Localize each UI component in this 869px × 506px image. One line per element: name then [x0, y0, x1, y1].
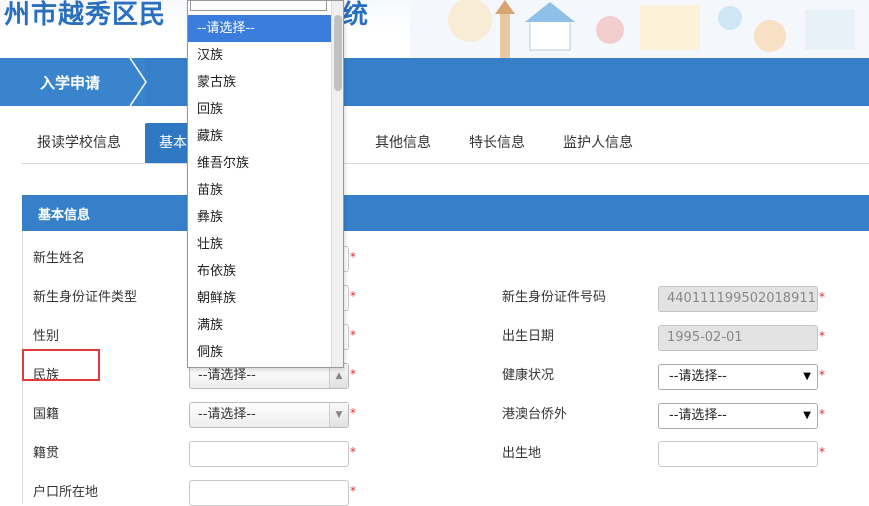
gender-label: 性别: [33, 329, 60, 344]
dropdown-option[interactable]: 回族: [188, 96, 331, 123]
native-place-input[interactable]: [189, 441, 349, 467]
chevron-down-icon: ▼: [803, 410, 811, 421]
required-mark: *: [350, 367, 356, 381]
breadcrumb-chevron-icon: [129, 58, 147, 106]
dropdown-option[interactable]: 维吾尔族: [188, 150, 331, 177]
dropdown-option[interactable]: 藏族: [188, 123, 331, 150]
dropdown-option[interactable]: 彝族: [188, 204, 331, 231]
required-mark: *: [819, 329, 825, 343]
dropdown-option[interactable]: 汉族: [188, 42, 331, 69]
breadcrumb-label: 入学申请: [40, 74, 101, 92]
native-place-label: 籍贯: [33, 446, 60, 461]
tab-talent-info[interactable]: 特长信息: [469, 123, 525, 163]
site-title-suffix: 统: [342, 0, 369, 30]
household-input[interactable]: [189, 480, 349, 506]
dropdown-option[interactable]: 布依族: [188, 258, 331, 285]
ethnicity-value: --请选择--: [198, 368, 256, 383]
birth-date-label: 出生日期: [502, 329, 555, 344]
tab-school-info[interactable]: 报读学校信息: [37, 123, 121, 163]
health-value: --请选择--: [669, 369, 727, 384]
ethnicity-dropdown-list[interactable]: --请选择-- 汉族 蒙古族 回族 藏族 维吾尔族 苗族 彝族 壮族 布依族 朝…: [187, 0, 344, 368]
site-title: 州市越秀区民: [4, 0, 167, 30]
dropdown-option[interactable]: 苗族: [188, 177, 331, 204]
required-mark: *: [350, 250, 356, 264]
dropdown-options: --请选择-- 汉族 蒙古族 回族 藏族 维吾尔族 苗族 彝族 壮族 布依族 朝…: [188, 15, 331, 366]
id-number-input[interactable]: 440111199502018911: [658, 286, 818, 312]
id-number-label: 新生身份证件号码: [502, 290, 607, 305]
tab-guardian-info[interactable]: 监护人信息: [563, 123, 633, 163]
required-mark: *: [819, 407, 825, 421]
dropdown-option[interactable]: --请选择--: [188, 15, 331, 42]
hmt-value: --请选择--: [669, 408, 727, 423]
required-mark: *: [350, 484, 356, 498]
dropdown-option[interactable]: 蒙古族: [188, 69, 331, 96]
scrollbar-thumb[interactable]: [334, 15, 342, 91]
required-mark: *: [350, 406, 356, 420]
dropdown-option[interactable]: 满族: [188, 312, 331, 339]
required-mark: *: [819, 368, 825, 382]
health-select[interactable]: --请选择-- ▼: [658, 364, 818, 390]
hmt-label: 港澳台侨外: [502, 407, 568, 422]
form-tabs: 报读学校信息 基本 其他信息 特长信息 监护人信息: [22, 123, 869, 164]
health-label: 健康状况: [502, 368, 555, 383]
required-mark: *: [350, 289, 356, 303]
tab-other-info[interactable]: 其他信息: [375, 123, 431, 163]
birthplace-input[interactable]: [658, 441, 818, 467]
section-title: 基本信息: [38, 208, 91, 223]
section-header: 基本信息: [22, 195, 869, 231]
nationality-combobox[interactable]: --请选择-- ▼: [189, 402, 349, 428]
dropdown-option[interactable]: 壮族: [188, 231, 331, 258]
banner-illustration: [410, 0, 869, 58]
required-mark: *: [819, 290, 825, 304]
dropdown-option[interactable]: 朝鲜族: [188, 285, 331, 312]
header-banner: 州市越秀区民 统: [0, 0, 869, 58]
ethnicity-highlight-box: [22, 349, 100, 381]
birth-date-input[interactable]: 1995-02-01: [658, 325, 818, 351]
breadcrumb[interactable]: 入学申请: [0, 58, 145, 106]
birthplace-label: 出生地: [502, 446, 542, 461]
dropdown-search-input[interactable]: [190, 1, 327, 11]
chevron-down-icon[interactable]: ▼: [329, 403, 348, 427]
chevron-down-icon: ▼: [803, 371, 811, 382]
dropdown-scrollbar[interactable]: [331, 1, 343, 367]
dropdown-option[interactable]: 侗族: [188, 339, 331, 366]
nationality-label: 国籍: [33, 407, 60, 422]
household-label: 户口所在地: [33, 485, 99, 500]
required-mark: *: [819, 445, 825, 459]
top-nav-bar: 入学申请: [0, 58, 869, 106]
id-type-label: 新生身份证件类型: [33, 290, 138, 305]
new-name-label: 新生姓名: [33, 251, 86, 266]
nationality-value: --请选择--: [198, 407, 256, 422]
hmt-select[interactable]: --请选择-- ▼: [658, 403, 818, 429]
required-mark: *: [350, 445, 356, 459]
required-mark: *: [350, 328, 356, 342]
